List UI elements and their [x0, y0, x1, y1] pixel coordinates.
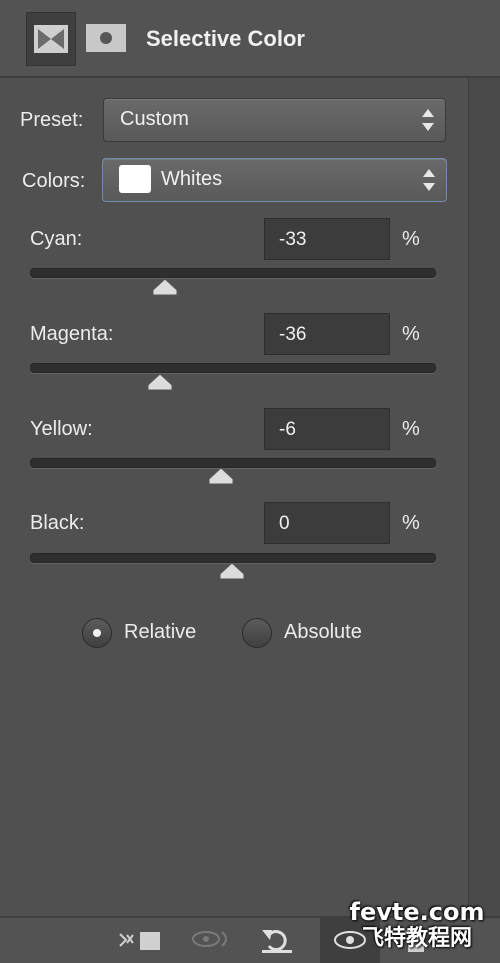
black-input[interactable]: 0 [264, 502, 390, 544]
relative-label[interactable]: Relative [124, 621, 196, 644]
clip-to-layer-icon[interactable] [116, 926, 164, 954]
black-value: 0 [279, 513, 290, 534]
magenta-slider-thumb[interactable] [147, 373, 173, 391]
magenta-percent-sign: % [402, 323, 420, 345]
cyan-value: -33 [279, 229, 307, 250]
cyan-percent-sign: % [402, 228, 420, 250]
yellow-slider-thumb[interactable] [208, 467, 234, 485]
magenta-slider-track[interactable] [30, 363, 436, 373]
adjustment-icon-button[interactable] [26, 12, 76, 66]
cyan-slider-thumb[interactable] [152, 278, 178, 296]
radio-selected-dot [93, 629, 101, 637]
adjustment-icon [34, 25, 68, 53]
watermark-line2: 飞特教程网 [361, 926, 472, 951]
black-slider-thumb[interactable] [219, 562, 245, 580]
magenta-label: Magenta: [30, 323, 114, 345]
color-swatch [119, 165, 151, 193]
black-percent-sign: % [402, 512, 420, 534]
yellow-label: Yellow: [30, 418, 93, 440]
reset-icon[interactable] [258, 926, 298, 954]
magenta-value: -36 [279, 324, 307, 345]
watermark: fevte.com 飞特教程网 [342, 898, 492, 952]
relative-radio[interactable] [82, 618, 112, 648]
absolute-label[interactable]: Absolute [284, 621, 362, 644]
preset-dropdown[interactable]: Custom [103, 98, 446, 142]
watermark-line1: fevte.com [349, 898, 485, 926]
black-label: Black: [30, 512, 85, 534]
cyan-input[interactable]: -33 [264, 218, 390, 260]
preset-label: Preset: [20, 109, 84, 131]
dropdown-arrows-icon [421, 107, 435, 133]
panel-header: Selective Color [0, 0, 500, 78]
colors-dropdown[interactable]: Whites [102, 158, 447, 202]
preset-value: Custom [120, 108, 189, 130]
colors-label: Colors: [22, 170, 86, 192]
cyan-label: Cyan: [30, 228, 83, 250]
panel-scrollbar[interactable] [468, 78, 500, 916]
layer-mask-icon[interactable] [86, 24, 126, 52]
magenta-input[interactable]: -36 [264, 313, 390, 355]
cyan-slider-track[interactable] [30, 268, 436, 278]
absolute-radio[interactable] [242, 618, 272, 648]
yellow-value: -6 [279, 419, 296, 440]
colors-value: Whites [161, 168, 223, 190]
dropdown-arrows-icon [422, 167, 436, 193]
yellow-input[interactable]: -6 [264, 408, 390, 450]
yellow-percent-sign: % [402, 418, 420, 440]
view-previous-state-icon[interactable] [188, 926, 236, 954]
panel-title: Selective Color [146, 26, 305, 51]
